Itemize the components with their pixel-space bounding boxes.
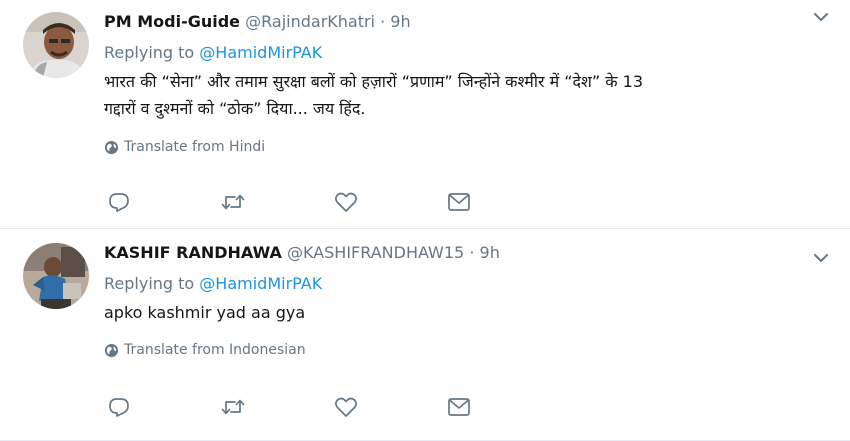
- like-button[interactable]: [333, 189, 359, 215]
- translate-link[interactable]: Translate from Indonesian: [104, 340, 830, 360]
- avatar[interactable]: [23, 243, 89, 309]
- retweet-icon: [221, 194, 245, 210]
- tweet-text-line: apko kashmir yad aa gya: [104, 303, 306, 322]
- username[interactable]: @RajindarKhatri: [245, 12, 375, 31]
- time-separator: ·: [469, 243, 475, 262]
- tweet-text: भारत की “सेना” और तमाम सुरक्षा बलों को ह…: [104, 68, 804, 122]
- tweet-header: PM Modi-Guide @RajindarKhatri · 9h: [104, 10, 830, 34]
- avatar[interactable]: [23, 12, 89, 78]
- globe-icon: [104, 140, 119, 154]
- tweet-text-line: गद्दारों व दुश्मनों को “ठोक” दिया... जय …: [104, 99, 366, 118]
- tweet-text-line: भारत की “सेना” और तमाम सुरक्षा बलों को ह…: [104, 72, 644, 91]
- mention-link[interactable]: @HamidMirPAK: [199, 274, 322, 293]
- replying-label: Replying to: [104, 274, 195, 293]
- reply-icon: [109, 398, 129, 417]
- translate-label: Translate from Indonesian: [124, 342, 306, 358]
- mention-link[interactable]: @HamidMirPAK: [199, 43, 322, 62]
- replying-to: Replying to @HamidMirPAK: [104, 42, 830, 64]
- fullname[interactable]: KASHIF RANDHAWA: [104, 243, 282, 262]
- chevron-down-icon: [814, 254, 828, 262]
- reply-button[interactable]: [106, 394, 132, 420]
- timestamp[interactable]: 9h: [390, 12, 410, 31]
- reply-icon: [109, 193, 129, 212]
- like-button[interactable]: [333, 394, 359, 420]
- replying-to: Replying to @HamidMirPAK: [104, 273, 830, 295]
- reply-button[interactable]: [106, 189, 132, 215]
- more-options-button[interactable]: [810, 247, 832, 269]
- avatar-image: [23, 243, 89, 309]
- time-separator: ·: [380, 12, 386, 31]
- fullname[interactable]: PM Modi-Guide: [104, 12, 240, 31]
- envelope-icon: [448, 398, 470, 416]
- direct-message-button[interactable]: [446, 394, 472, 420]
- globe-icon: [104, 343, 119, 357]
- tweet[interactable]: KASHIF RANDHAWA @KASHIFRANDHAW15 · 9h Re…: [0, 229, 850, 441]
- tweet[interactable]: PM Modi-Guide @RajindarKhatri · 9h Reply…: [0, 0, 850, 229]
- envelope-icon: [448, 193, 470, 211]
- retweet-button[interactable]: [220, 189, 246, 215]
- heart-icon: [335, 397, 357, 417]
- more-options-button[interactable]: [810, 6, 832, 28]
- direct-message-button[interactable]: [446, 189, 472, 215]
- retweet-button[interactable]: [220, 394, 246, 420]
- heart-icon: [335, 192, 357, 212]
- tweet-header: KASHIF RANDHAWA @KASHIFRANDHAW15 · 9h: [104, 241, 830, 265]
- chevron-down-icon: [814, 13, 828, 21]
- timestamp[interactable]: 9h: [480, 243, 500, 262]
- translate-link[interactable]: Translate from Hindi: [104, 137, 830, 157]
- username[interactable]: @KASHIFRANDHAW15: [287, 243, 464, 262]
- translate-label: Translate from Hindi: [124, 139, 266, 155]
- tweet-text: apko kashmir yad aa gya: [104, 299, 804, 326]
- replying-label: Replying to: [104, 43, 195, 62]
- retweet-icon: [221, 399, 245, 415]
- avatar-image: [23, 12, 89, 78]
